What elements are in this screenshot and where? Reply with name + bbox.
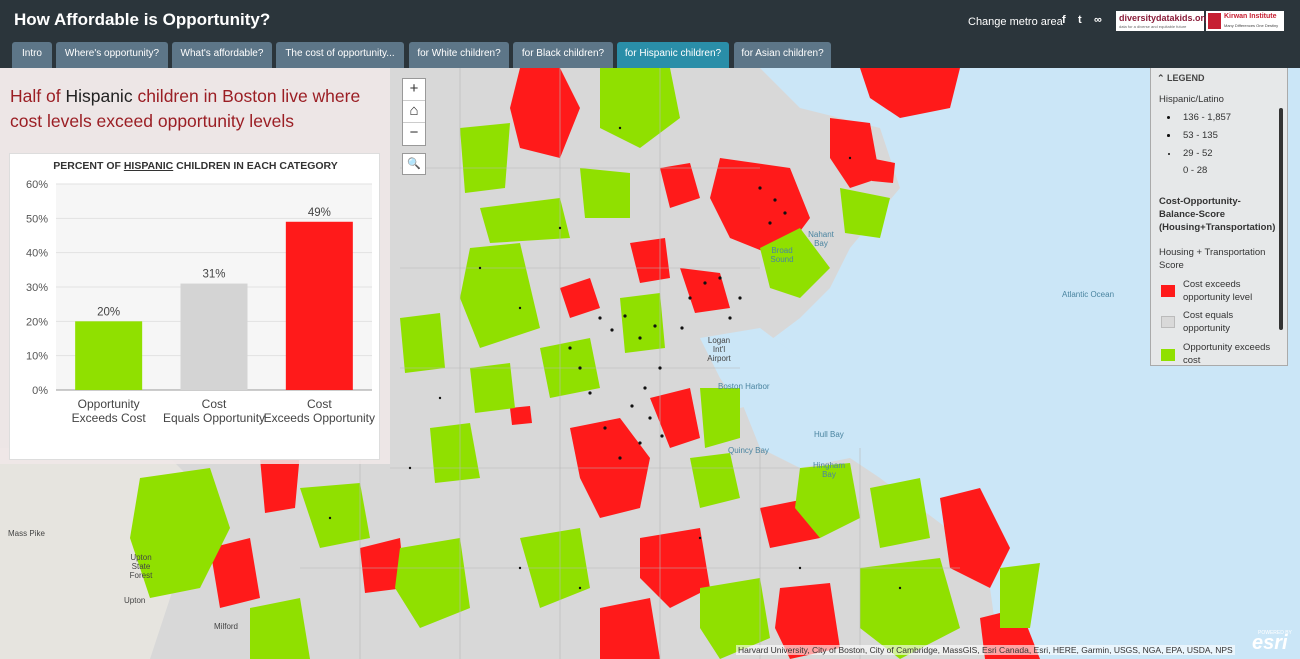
headline-highlight: Hispanic <box>65 86 133 106</box>
x-category-label: Cost <box>307 397 332 411</box>
legend-layer-hispanic: Hispanic/Latino <box>1159 94 1224 105</box>
bar-chart: PERCENT OF HISPANIC CHILDREN IN EACH CAT… <box>9 153 380 460</box>
chart-canvas: 0%10%20%30%40%50%60%20%OpportunityExceed… <box>26 179 375 425</box>
zoom-out-button[interactable]: − <box>403 123 425 145</box>
label-boston-harbor: Boston Harbor <box>718 382 770 391</box>
diversitydatakids-logo[interactable]: diversitydatakids.org data for a diverse… <box>1116 11 1210 31</box>
dot-size-small-icon <box>1167 153 1170 155</box>
label-logan-airport: Logan Int'l Airport <box>707 336 731 363</box>
tab-whats-affordable[interactable]: What's affordable? <box>172 42 272 68</box>
tab-wheres-opportunity[interactable]: Where's opportunity? <box>56 42 168 68</box>
legend-panel[interactable]: ⌃ LEGEND Hispanic/Latino 136 - 1,857 53 … <box>1150 68 1288 366</box>
legend-layer-sub: Housing + Transportation Score <box>1159 247 1266 271</box>
swatch-cost-equals <box>1161 316 1175 328</box>
bar-value-label: 20% <box>97 306 120 318</box>
x-category-label: Equals Opportunity <box>163 411 265 425</box>
tab-intro[interactable]: Intro <box>12 42 52 68</box>
legend-class: Opportunity exceeds cost <box>1183 342 1271 366</box>
label-broad-sound: Broad Sound <box>770 246 794 264</box>
bar <box>285 221 353 390</box>
y-tick-label: 30% <box>26 282 48 294</box>
swatch-cost-exceeds <box>1161 285 1175 297</box>
label-milford: Milford <box>214 622 239 631</box>
search-icon: 🔍 <box>407 158 421 170</box>
legend-dot-class: 29 - 52 <box>1183 148 1213 159</box>
search-button[interactable]: 🔍 <box>402 153 426 175</box>
legend-dot-class: 53 - 135 <box>1183 130 1218 141</box>
legend-class: Cost exceeds opportunity level <box>1183 279 1253 303</box>
x-category-label: Exceeds Opportunity <box>264 411 375 425</box>
y-tick-label: 10% <box>26 351 48 363</box>
label-hingham-bay: Hingham Bay <box>812 461 845 479</box>
x-category-label: Cost <box>202 397 227 411</box>
x-category-label: Opportunity <box>78 397 140 411</box>
bar-value-label: 49% <box>308 207 331 219</box>
y-tick-label: 40% <box>26 248 48 260</box>
dot-size-medium-icon <box>1167 134 1170 137</box>
facebook-icon[interactable]: f <box>1062 14 1066 26</box>
change-metro-link[interactable]: Change metro area <box>968 16 1063 28</box>
tab-asian-children[interactable]: for Asian children? <box>734 42 831 68</box>
label-nahant-bay: Nahant Bay <box>808 230 834 248</box>
map-attribution: Harvard University, City of Boston, City… <box>736 645 1235 655</box>
label-upton: Upton <box>124 596 146 605</box>
home-button[interactable]: ⌂ <box>403 101 425 123</box>
y-tick-label: 50% <box>26 213 48 225</box>
app-title: How Affordable is Opportunity? <box>14 10 271 29</box>
twitter-icon[interactable]: t <box>1078 14 1082 26</box>
zoom-controls: + ⌂ − <box>402 78 426 146</box>
label-mass-pike: Mass Pike <box>8 529 45 538</box>
y-tick-label: 20% <box>26 316 48 328</box>
label-quincy-bay: Quincy Bay <box>728 446 769 455</box>
legend-layer-score: Cost-Opportunity-Balance-Score (Housing+… <box>1159 196 1276 233</box>
y-tick-label: 0% <box>32 385 48 397</box>
legend-scrollbar[interactable] <box>1279 108 1283 330</box>
story-tabs: Intro Where's opportunity? What's afford… <box>0 42 1300 68</box>
headline: Half of Hispanic children in Boston live… <box>10 86 361 131</box>
esri-logo[interactable]: esri <box>1252 632 1288 655</box>
legend-dot-class: 0 - 28 <box>1183 165 1208 176</box>
label-hull-bay: Hull Bay <box>814 430 844 439</box>
label-atlantic-ocean: Atlantic Ocean <box>1062 290 1115 299</box>
tab-cost-of-opportunity[interactable]: The cost of opportunity... <box>276 42 404 68</box>
link-icon[interactable]: ∞ <box>1094 14 1102 26</box>
zoom-in-button[interactable]: + <box>403 79 425 101</box>
bar <box>180 283 248 390</box>
label-upton-forest: Upton State Forest <box>129 553 153 580</box>
legend-header[interactable]: ⌃ LEGEND <box>1157 73 1205 84</box>
dot-size-large-icon <box>1167 116 1170 119</box>
legend-dot-class: 136 - 1,857 <box>1183 112 1232 123</box>
swatch-opportunity-exceeds <box>1161 349 1175 361</box>
x-category-label: Exceeds Cost <box>72 411 147 425</box>
legend-class: Cost equals opportunity <box>1183 310 1234 334</box>
tab-white-children[interactable]: for White children? <box>409 42 509 68</box>
tab-hispanic-children[interactable]: for Hispanic children? <box>617 42 729 68</box>
bar-value-label: 31% <box>202 269 225 281</box>
bar <box>75 321 143 390</box>
kirwan-logo[interactable]: Kirwan Institute Many Differences One De… <box>1206 11 1284 31</box>
tab-black-children[interactable]: for Black children? <box>513 42 613 68</box>
y-tick-label: 60% <box>26 179 48 191</box>
story-panel: Half of Hispanic children in Boston live… <box>0 68 390 464</box>
kirwan-mark-icon <box>1208 13 1221 29</box>
top-bar: How Affordable is Opportunity? Change me… <box>0 0 1300 42</box>
